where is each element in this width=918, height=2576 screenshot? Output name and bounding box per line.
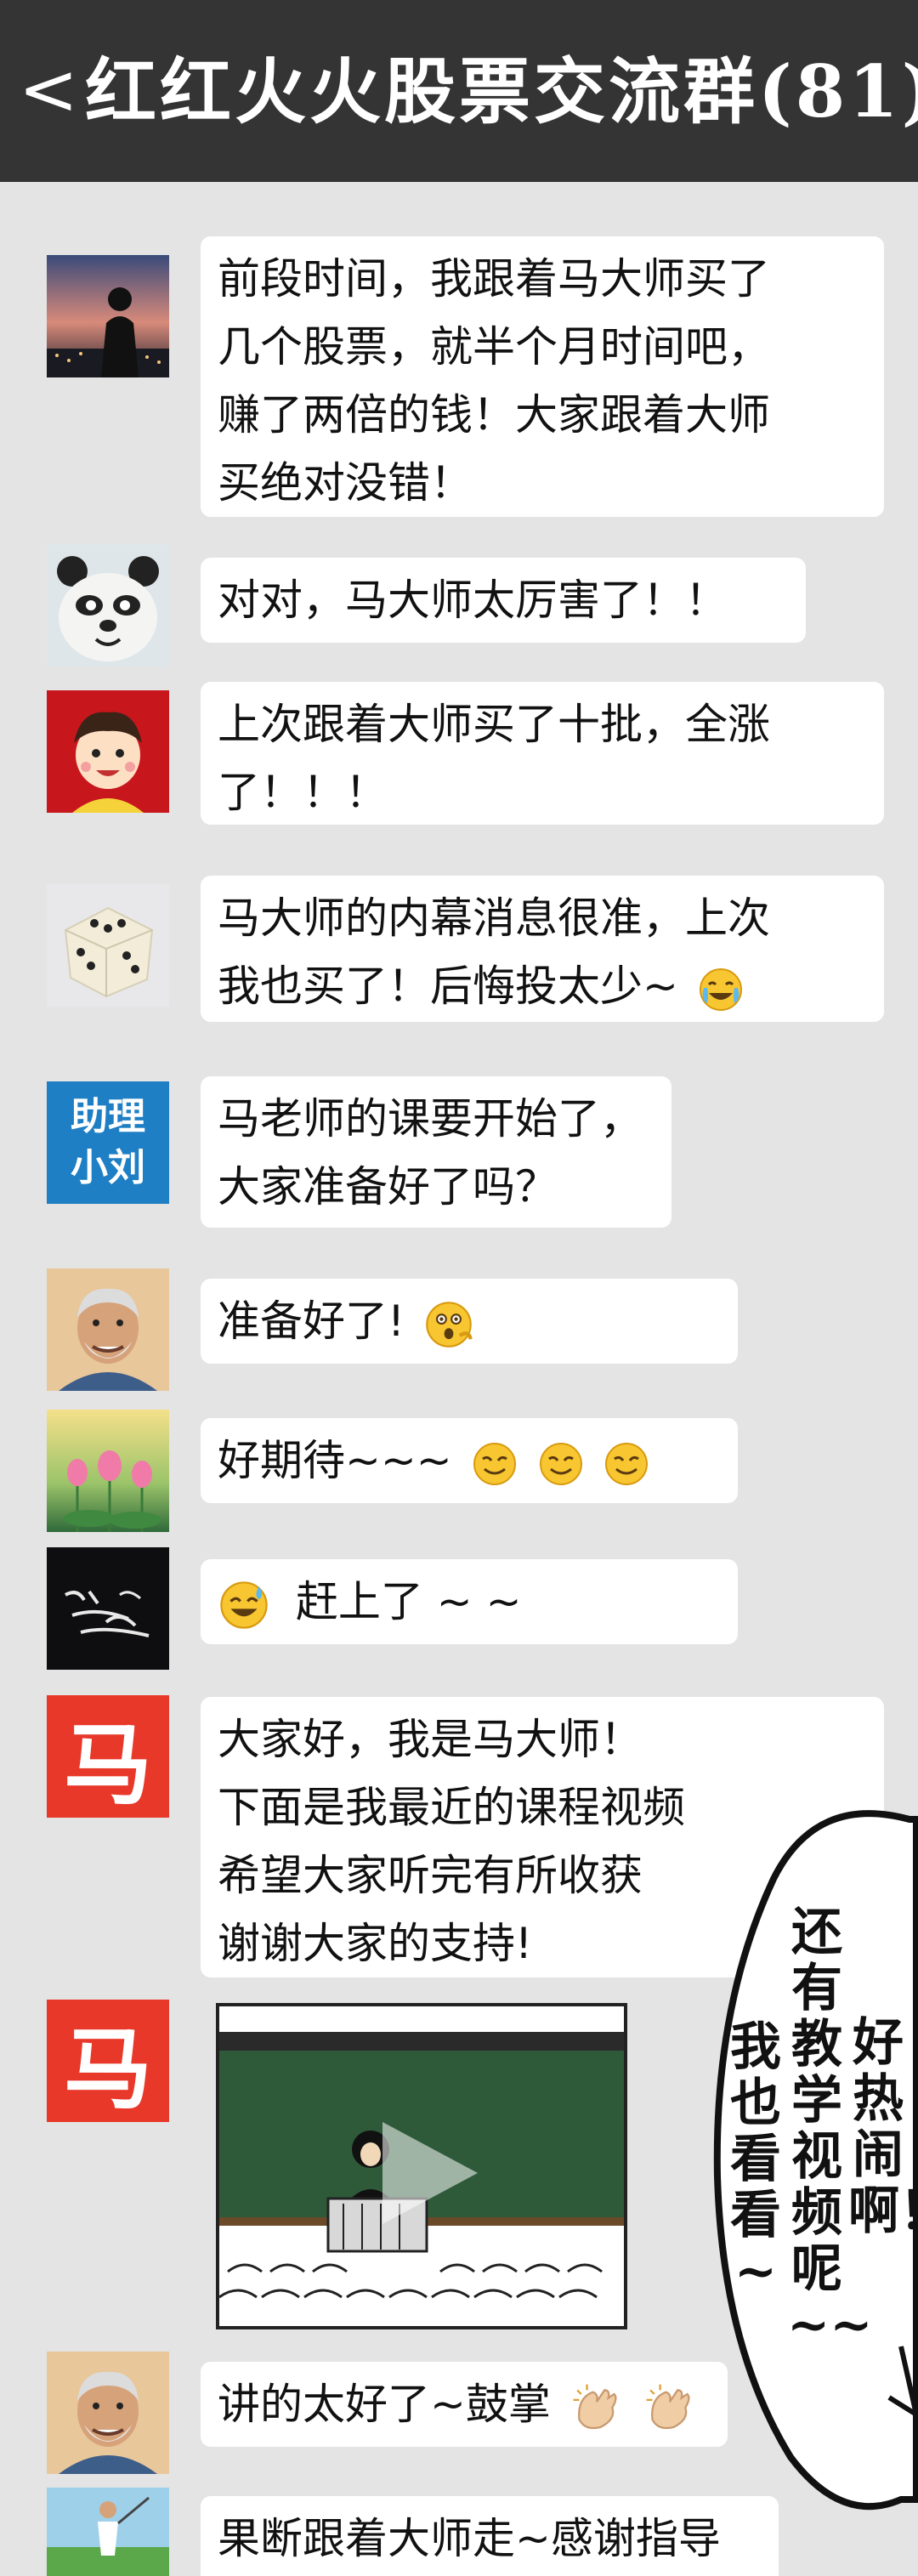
message-bubble: 马老师的课要开始了， 大家准备好了吗？ <box>201 1076 672 1228</box>
message-bubble: 马大师的内幕消息很准，上次 我也买了！后悔投太少~ <box>201 876 884 1022</box>
message-line: 好期待~~~ <box>218 1436 452 1485</box>
grin-emoji-group <box>466 1436 651 1485</box>
comment-text: 我也看看~ <box>730 2017 781 2301</box>
avatar-label: 马 <box>63 2016 152 2121</box>
message-line-with-emoji: 我也买了！后悔投太少~ <box>218 952 867 1020</box>
grin-emoji <box>473 1442 516 1485</box>
clap-emoji <box>646 2384 690 2429</box>
message-line: 赶上了 ~ ~ <box>295 1577 522 1626</box>
comment-column: 我也看看~ <box>726 2019 785 2300</box>
assistant-avatar[interactable]: 助理 小刘 <box>47 1081 169 1204</box>
clap-emoji <box>573 2384 617 2429</box>
message-line: 大家准备好了吗？ <box>218 1162 558 1211</box>
message-bubble: 上次跟着大师买了十批，全涨 了！！！ <box>201 682 884 825</box>
message-bubble: 赶上了 ~ ~ <box>201 1559 738 1644</box>
panda-avatar[interactable] <box>47 544 169 667</box>
message-line: 了！！！ <box>218 768 388 817</box>
chevron-left-icon[interactable]: < <box>12 43 85 136</box>
crying-laugh-emoji <box>699 967 742 1011</box>
comment-text: 好热闹啊！ <box>848 2013 918 2241</box>
cartoon-boy-avatar[interactable] <box>47 690 169 813</box>
message-line: 赚了两倍的钱！大家跟着大师 <box>218 390 770 440</box>
group-title: 红红火火股票交流群(81) <box>85 49 918 133</box>
avatar-label: 小刘 <box>71 1146 145 1189</box>
wow-emoji <box>426 1301 473 1348</box>
message-line-with-emoji: 讲的太好了~鼓掌 <box>218 2370 711 2438</box>
message-bubble: 果断跟着大师走~感谢指导 <box>201 2496 779 2576</box>
message-line: 讲的太好了~鼓掌 <box>218 2380 551 2429</box>
chat-header: < 红红火火股票交流群(81) <box>0 0 918 182</box>
sunset-person-avatar[interactable] <box>47 255 169 377</box>
clap-emoji-group <box>564 2380 697 2429</box>
dice-avatar[interactable] <box>47 884 169 1007</box>
ma-master-avatar[interactable]: 马 <box>47 1695 169 1818</box>
message-bubble: 好期待~~~ <box>201 1418 738 1503</box>
message-line-with-emoji: 准备好了! <box>218 1287 721 1355</box>
grin-emoji <box>539 1442 582 1485</box>
lotus-avatar[interactable] <box>47 1410 169 1532</box>
old-man-avatar[interactable] <box>47 1268 169 1391</box>
message-line: 准备好了! <box>218 1297 405 1346</box>
comment-column: 还有教学视频呢~~ <box>787 1904 873 2353</box>
old-man-avatar[interactable] <box>47 2352 169 2474</box>
grin-emoji <box>605 1442 649 1485</box>
message-line: 马老师的课要开始了， <box>218 1094 643 1143</box>
message-line: 大家好，我是马大师！ <box>218 1715 643 1764</box>
message-line: 马大师的内幕消息很准，上次 <box>218 894 770 943</box>
message-line-with-emoji: 好期待~~~ <box>218 1427 721 1495</box>
message-bubble: 准备好了! <box>201 1279 738 1364</box>
ma-master-avatar[interactable]: 马 <box>47 2000 169 2122</box>
message-line-with-emoji: 赶上了 ~ ~ <box>218 1568 721 1636</box>
message-bubble: 讲的太好了~鼓掌 <box>201 2362 728 2447</box>
classroom-video-thumbnail[interactable] <box>216 2003 627 2329</box>
message-bubble: 对对，马大师太厉害了！！ <box>201 558 806 643</box>
calligraphy-avatar[interactable] <box>47 1547 169 1670</box>
message-line: 对对，马大师太厉害了！！ <box>218 576 728 625</box>
comment-speech-balloon: 好热闹啊！ 还有教学视频呢~~ 我也看看~ <box>697 1802 918 2516</box>
message-line: 前段时间，我跟着马大师买了 <box>218 254 770 304</box>
avatar-label: 马 <box>63 1711 152 1817</box>
message-line: 买绝对没错！ <box>218 458 473 508</box>
comment-column: 好热闹啊！ <box>848 2015 918 2239</box>
message-line: 果断跟着大师走~感谢指导 <box>218 2514 721 2563</box>
message-line: 上次跟着大师买了十批，全涨 <box>218 700 770 749</box>
message-line: 我也买了！后悔投太少~ <box>218 962 678 1011</box>
sweat-smile-emoji <box>220 1580 268 1629</box>
avatar-label: 助理 <box>71 1095 145 1138</box>
message-line: 几个股票，就半个月时间吧， <box>218 322 770 372</box>
golfer-avatar[interactable] <box>47 2488 169 2576</box>
message-bubble: 前段时间，我跟着马大师买了 几个股票，就半个月时间吧， 赚了两倍的钱！大家跟着大… <box>201 236 884 517</box>
